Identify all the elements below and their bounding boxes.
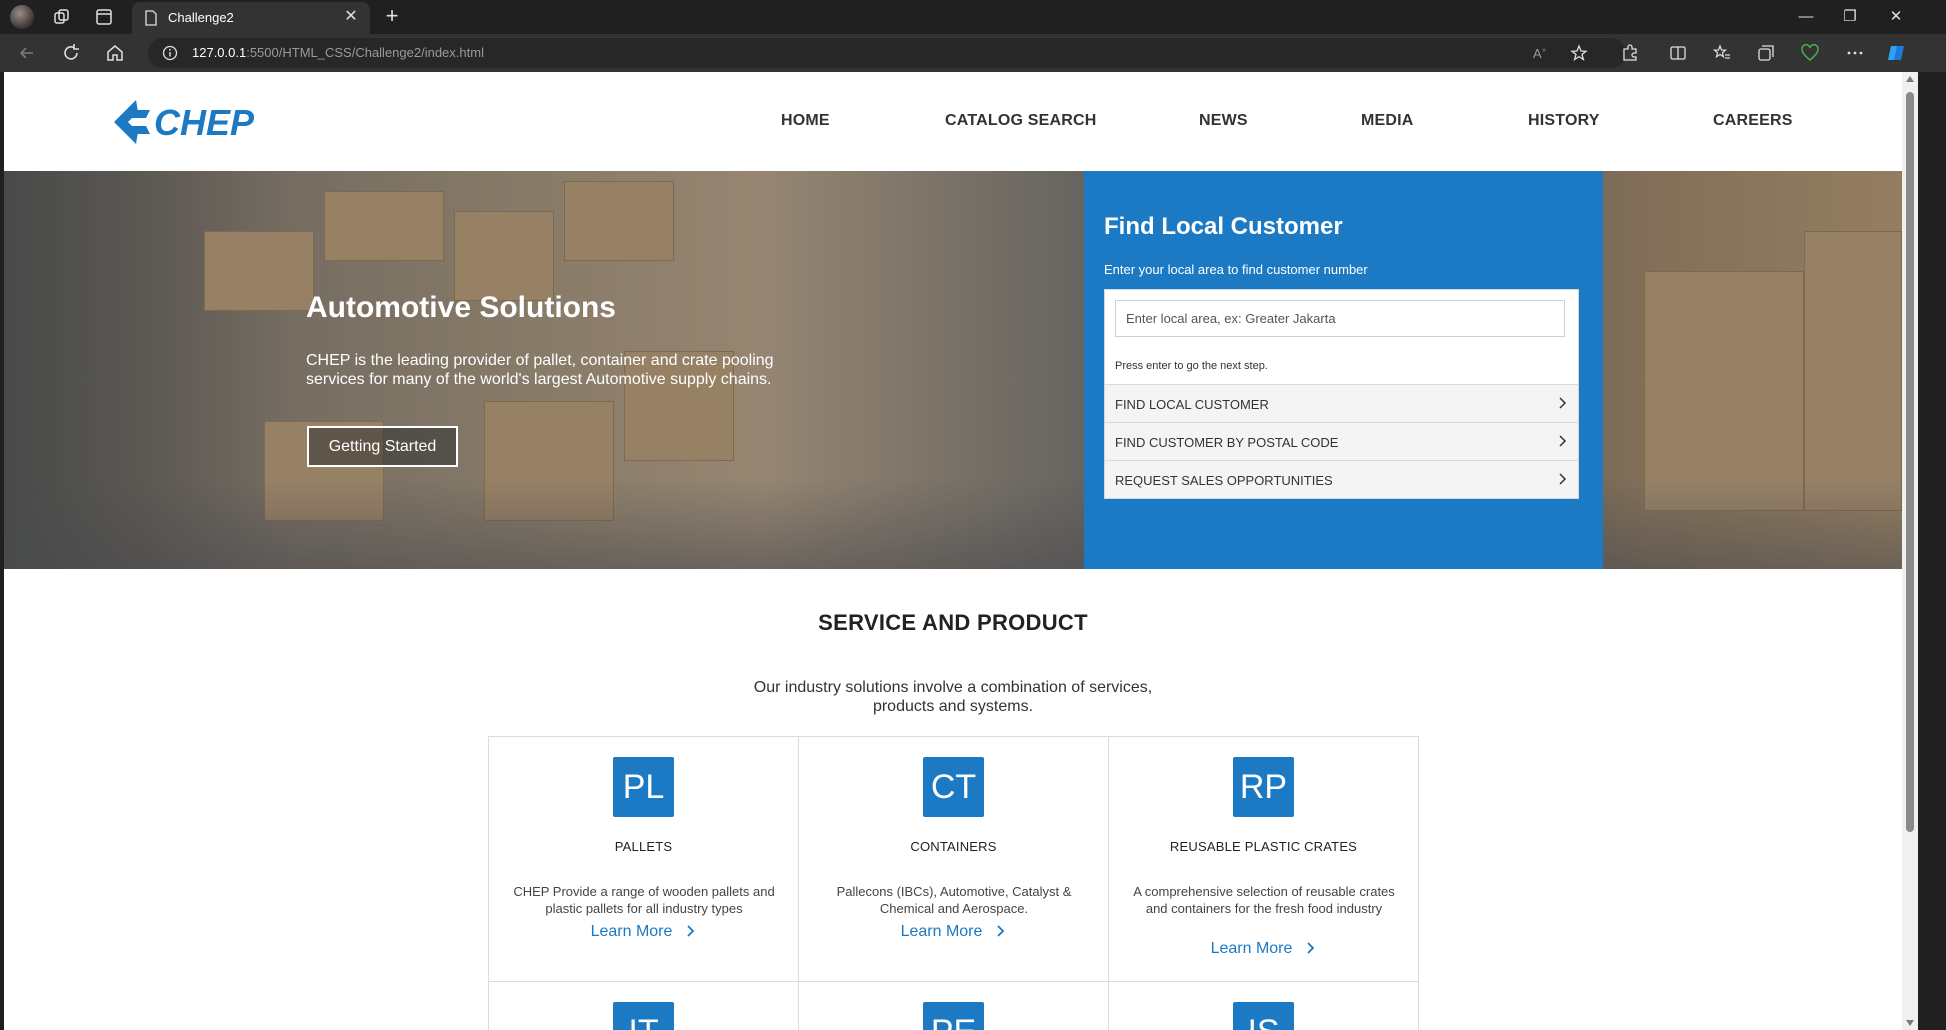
close-tab-icon[interactable]: ✕ <box>342 8 360 26</box>
window-edge <box>1918 72 1946 1030</box>
more-menu-icon[interactable] <box>1845 43 1865 63</box>
card-pallets: PL PALLETS CHEP Provide a range of woode… <box>489 737 799 982</box>
card-badge: RP <box>1233 757 1294 817</box>
find-card: Press enter to go the next step. FIND LO… <box>1104 289 1579 499</box>
svg-text:CHEP: CHEP <box>154 102 255 143</box>
scrollbar-thumb[interactable] <box>1906 92 1914 832</box>
page-icon <box>145 10 157 26</box>
chevron-right-icon <box>687 925 695 937</box>
chep-logo[interactable]: CHEP <box>106 96 282 148</box>
hero-overlay <box>4 171 1902 569</box>
services-title: SERVICE AND PRODUCT <box>818 610 1088 635</box>
scroll-up-icon[interactable] <box>1906 76 1914 82</box>
nav-careers[interactable]: CAREERS <box>1713 112 1793 130</box>
read-aloud-icon[interactable]: A » <box>1532 44 1550 62</box>
svg-text:»: » <box>1542 47 1546 54</box>
tab-title: Challenge2 <box>168 10 234 25</box>
option-find-local-customer[interactable]: FIND LOCAL CUSTOMER <box>1105 384 1578 422</box>
extensions-icon[interactable] <box>1620 43 1640 63</box>
nav-home[interactable]: HOME <box>781 112 830 130</box>
find-title: Find Local Customer <box>1104 213 1343 240</box>
option-label: FIND LOCAL CUSTOMER <box>1115 397 1269 412</box>
scroll-down-icon[interactable] <box>1906 1020 1914 1026</box>
services-subtitle: Our industry solutions involve a combina… <box>753 679 1153 715</box>
url-text: 127.0.0.1:5500/HTML_CSS/Challenge2/index… <box>192 45 484 60</box>
back-icon[interactable] <box>16 42 38 64</box>
chevron-right-icon <box>997 925 1005 937</box>
tab-challenge2[interactable]: Challenge2 ✕ <box>132 2 370 34</box>
option-label: FIND CUSTOMER BY POSTAL CODE <box>1115 435 1339 450</box>
hero-title: Automotive Solutions <box>306 291 616 324</box>
card-title: CONTAINERS <box>910 839 997 854</box>
learn-more-link[interactable]: Learn More <box>799 923 1108 941</box>
close-window-icon[interactable]: ✕ <box>1882 6 1910 28</box>
restore-icon[interactable]: ❐ <box>1836 6 1864 28</box>
split-screen-icon[interactable] <box>1668 43 1688 63</box>
chevron-right-icon <box>1559 435 1567 447</box>
getting-started-button[interactable]: Getting Started <box>307 426 458 467</box>
card-row2-1: IT <box>489 982 799 1030</box>
card-badge: IT <box>613 1002 674 1030</box>
nav-news[interactable]: NEWS <box>1199 112 1248 130</box>
workspaces-icon[interactable] <box>52 7 72 27</box>
chevron-right-icon <box>1559 397 1567 409</box>
card-description: Pallecons (IBCs), Automotive, Catalyst &… <box>836 884 1072 916</box>
learn-more-link[interactable]: Learn More <box>1109 940 1418 958</box>
card-badge: CT <box>923 757 984 817</box>
find-hint: Press enter to go the next step. <box>1115 360 1268 372</box>
find-customer-panel: Find Local Customer Enter your local are… <box>1084 171 1603 569</box>
hero-description: CHEP is the leading provider of pallet, … <box>306 352 774 388</box>
home-icon[interactable] <box>104 42 126 64</box>
page-viewport: CHEP HOME CATALOG SEARCH NEWS MEDIA HIST… <box>4 72 1902 1030</box>
card-title: PALLETS <box>614 839 673 854</box>
card-row2-2: PE <box>799 982 1109 1030</box>
minimize-icon[interactable]: — <box>1792 6 1820 28</box>
local-area-input[interactable] <box>1115 300 1565 337</box>
option-label: REQUEST SALES OPPORTUNITIES <box>1115 473 1333 488</box>
service-cards-grid: PL PALLETS CHEP Provide a range of woode… <box>488 736 1419 1030</box>
card-badge: PE <box>923 1002 984 1030</box>
chevron-right-icon <box>1307 942 1315 954</box>
card-containers: CT CONTAINERS Pallecons (IBCs), Automoti… <box>799 737 1109 982</box>
option-request-sales[interactable]: REQUEST SALES OPPORTUNITIES <box>1105 460 1578 498</box>
nav-media[interactable]: MEDIA <box>1361 112 1414 130</box>
browser-tab-bar: Challenge2 ✕ + — ❐ ✕ <box>0 0 1946 34</box>
card-badge: PL <box>613 757 674 817</box>
card-description: CHEP Provide a range of wooden pallets a… <box>513 884 775 916</box>
option-find-by-postal-code[interactable]: FIND CUSTOMER BY POSTAL CODE <box>1105 422 1578 460</box>
address-bar: 127.0.0.1:5500/HTML_CSS/Challenge2/index… <box>0 34 1946 72</box>
learn-more-link[interactable]: Learn More <box>489 923 798 941</box>
refresh-icon[interactable] <box>60 42 82 64</box>
find-subtitle: Enter your local area to find customer n… <box>1104 262 1368 277</box>
collections-icon[interactable] <box>1756 43 1776 63</box>
chevron-right-icon <box>1559 473 1567 485</box>
svg-text:A: A <box>1533 46 1542 61</box>
card-badge: IS <box>1233 1002 1294 1030</box>
card-title: REUSABLE PLASTIC CRATES <box>1169 839 1358 854</box>
url-field[interactable]: 127.0.0.1:5500/HTML_CSS/Challenge2/index… <box>148 38 1626 68</box>
card-reusable-plastic-crates: RP REUSABLE PLASTIC CRATES A comprehensi… <box>1109 737 1419 982</box>
new-tab-icon[interactable]: + <box>380 5 404 29</box>
card-description: A comprehensive selection of reusable cr… <box>1133 884 1395 916</box>
site-header: CHEP HOME CATALOG SEARCH NEWS MEDIA HIST… <box>4 72 1902 171</box>
profile-avatar[interactable] <box>10 5 34 29</box>
favorites-icon[interactable] <box>1712 43 1732 63</box>
favorite-star-icon[interactable] <box>1570 44 1588 62</box>
vertical-tabs-icon[interactable] <box>94 7 114 27</box>
nav-catalog-search[interactable]: CATALOG SEARCH <box>945 112 1097 130</box>
browser-essentials-icon[interactable] <box>1800 43 1820 63</box>
page-scrollbar[interactable] <box>1902 72 1918 1030</box>
hero-banner: Automotive Solutions CHEP is the leading… <box>4 171 1902 569</box>
copilot-icon[interactable] <box>1886 43 1906 63</box>
site-info-icon[interactable] <box>162 45 178 61</box>
nav-history[interactable]: HISTORY <box>1528 112 1600 130</box>
card-row2-3: IS <box>1109 982 1419 1030</box>
